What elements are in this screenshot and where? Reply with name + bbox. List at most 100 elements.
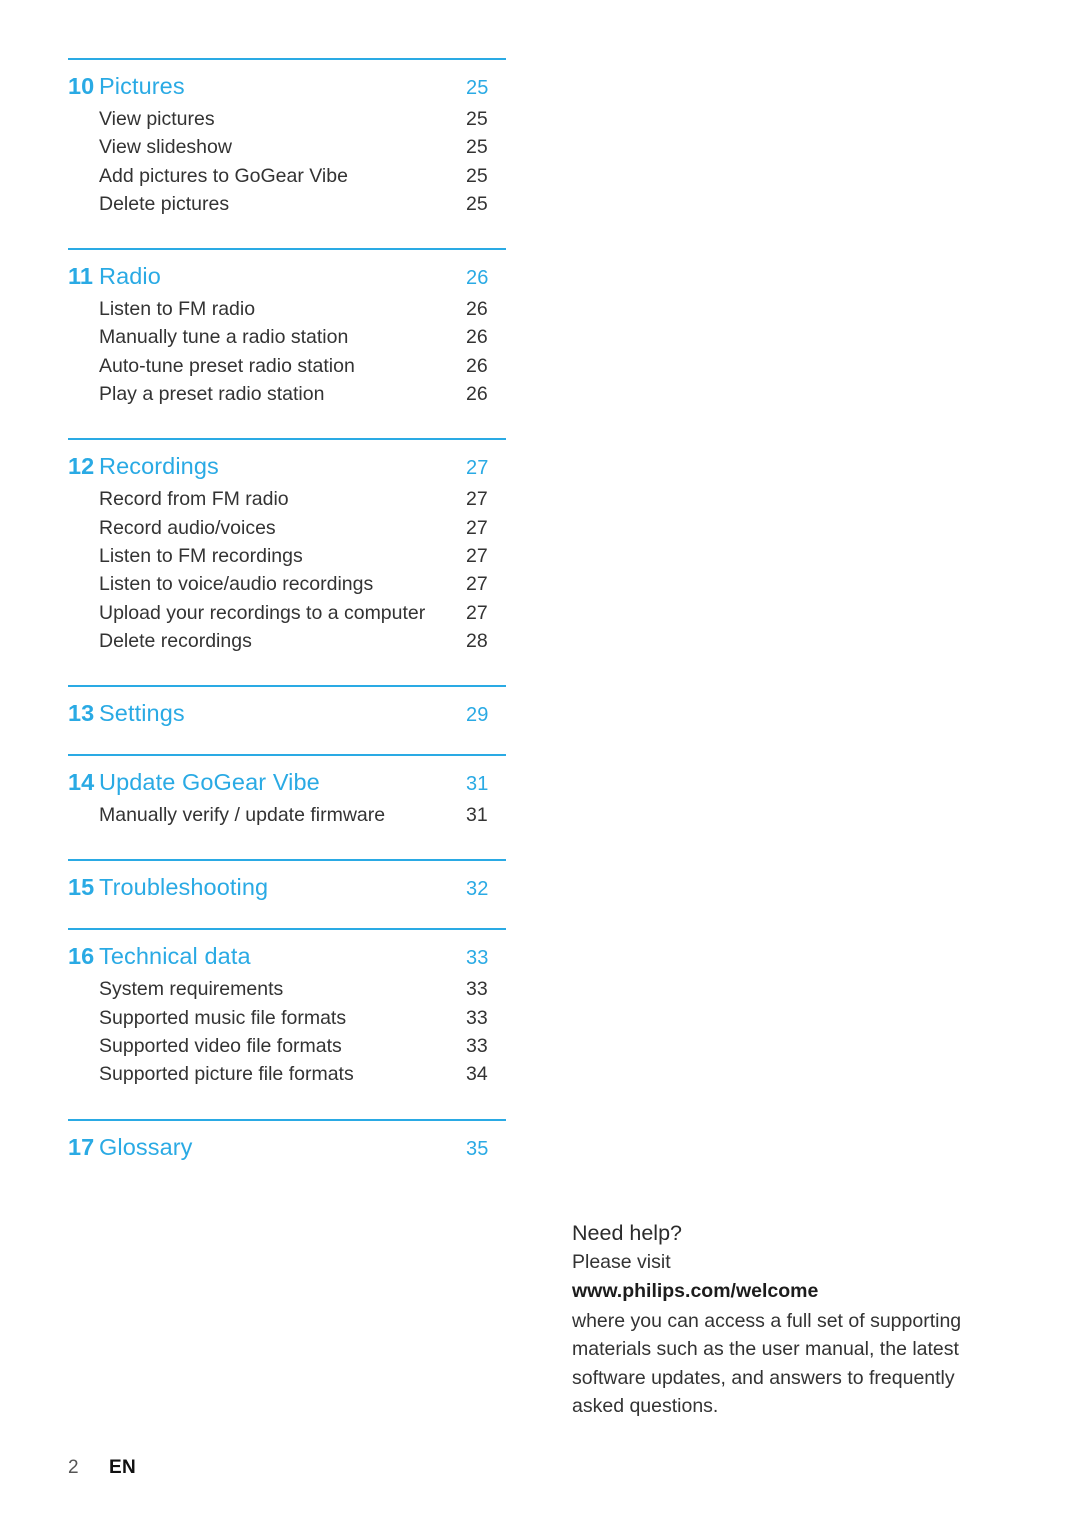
toc-entry-page: 33 <box>466 1035 488 1058</box>
toc-section-header[interactable]: 14 Update GoGear Vibe 31 <box>68 765 508 801</box>
section-divider <box>68 248 506 251</box>
toc-entry[interactable]: Play a preset radio station 26 <box>68 380 508 408</box>
toc-entry[interactable]: Delete pictures 25 <box>68 190 508 218</box>
section-title: Troubleshooting <box>99 874 269 901</box>
toc-entry[interactable]: Listen to FM recordings 27 <box>68 542 508 570</box>
toc-section-settings: 13 Settings 29 <box>68 685 508 732</box>
section-divider <box>68 928 506 931</box>
toc-section-glossary: 17 Glossary 35 <box>68 1118 508 1166</box>
toc-entry[interactable]: Manually verify / update firmware 31 <box>68 801 508 829</box>
section-number: 15 <box>68 874 95 901</box>
section-number: 16 <box>68 943 95 970</box>
section-number: 11 <box>68 263 94 290</box>
section-page-number: 29 <box>466 704 489 727</box>
toc-entry-title: Supported video file formats <box>99 1035 342 1058</box>
toc-entry-title: System requirements <box>99 978 284 1001</box>
section-page-number: 27 <box>466 457 489 480</box>
section-number: 13 <box>68 700 95 727</box>
toc-entry-title: View pictures <box>99 108 215 130</box>
section-title: Recordings <box>99 453 219 480</box>
toc-entry-page: 26 <box>466 354 488 377</box>
toc-entry[interactable]: Manually tune a radio station 26 <box>68 323 508 351</box>
toc-section-header[interactable]: 13 Settings 29 <box>68 696 508 732</box>
section-title: Update GoGear Vibe <box>99 769 320 796</box>
toc-entry[interactable]: View slideshow 25 <box>68 133 508 161</box>
toc-entry-title: View slideshow <box>99 136 232 159</box>
toc-entry-page: 33 <box>466 978 488 1001</box>
toc-entry[interactable]: Record audio/voices 27 <box>68 514 508 542</box>
section-page-number: 31 <box>466 773 489 796</box>
toc-entry-title: Delete pictures <box>99 192 230 215</box>
toc-entry-title: Listen to voice/audio recordings <box>99 573 374 596</box>
toc-entry[interactable]: Supported video file formats 33 <box>68 1032 508 1060</box>
toc-section-radio: 11 Radio 26 Listen to FM radio 26 Manual… <box>68 248 508 408</box>
toc-entry-page: 25 <box>466 192 488 215</box>
toc-section-header[interactable]: 10 Pictures 25 <box>68 69 508 105</box>
toc-entry-title: Delete recordings <box>99 629 252 652</box>
section-title: Pictures <box>99 73 185 99</box>
section-divider <box>68 1118 506 1121</box>
philips-welcome-url[interactable]: www.philips.com/welcome <box>572 1277 1002 1306</box>
toc-entry-title: Supported picture file formats <box>99 1063 354 1086</box>
need-help-block: Need help? Please visit www.philips.com/… <box>572 1219 1002 1421</box>
section-divider <box>68 685 506 688</box>
section-page-number: 26 <box>466 267 489 290</box>
toc-entry-page: 27 <box>466 573 488 596</box>
please-visit-label: Please visit <box>572 1251 671 1273</box>
table-of-contents: 10 Pictures 25 View pictures 25 View sli… <box>68 58 508 1178</box>
toc-entry-page: 27 <box>466 544 488 567</box>
need-help-title: Need help? <box>572 1221 682 1245</box>
toc-section-header[interactable]: 15 Troubleshooting 32 <box>68 870 508 906</box>
toc-entry-page: 25 <box>466 108 488 130</box>
toc-entry[interactable]: Auto-tune preset radio station 26 <box>68 352 508 380</box>
toc-entry-page: 28 <box>466 629 488 652</box>
toc-section-header[interactable]: 16 Technical data 33 <box>68 939 508 975</box>
toc-entry[interactable]: Supported picture file formats 34 <box>68 1060 508 1088</box>
toc-section-header[interactable]: 11 Radio 26 <box>68 259 508 295</box>
toc-entry-title: Auto-tune preset radio station <box>99 354 355 377</box>
toc-entry-page: 27 <box>466 516 488 539</box>
section-number: 17 <box>68 1133 95 1160</box>
toc-entry-title: Listen to FM recordings <box>99 544 303 567</box>
toc-entry-title: Manually verify / update firmware <box>99 804 386 827</box>
toc-entry[interactable]: System requirements 33 <box>68 975 508 1003</box>
section-page-number: 33 <box>466 947 489 970</box>
section-number: 14 <box>68 769 95 796</box>
toc-entry-page: 34 <box>466 1063 488 1086</box>
toc-section-update-gogear-vibe: 14 Update GoGear Vibe 31 Manually verify… <box>68 754 508 829</box>
toc-entry-page: 27 <box>466 601 488 624</box>
section-divider <box>68 754 506 757</box>
toc-section-header[interactable]: 12 Recordings 27 <box>68 449 508 485</box>
toc-entry-page: 31 <box>466 804 488 827</box>
toc-entry-page: 26 <box>466 298 488 321</box>
toc-entry[interactable]: Record from FM radio 27 <box>68 485 508 513</box>
toc-section-pictures: 10 Pictures 25 View pictures 25 View sli… <box>68 58 508 218</box>
section-divider <box>68 438 506 441</box>
toc-section-recordings: 12 Recordings 27 Record from FM radio 27… <box>68 438 508 655</box>
toc-entry[interactable]: Add pictures to GoGear Vibe 25 <box>68 162 508 190</box>
section-divider <box>68 859 506 862</box>
toc-entry-title: Upload your recordings to a computer <box>99 601 426 624</box>
toc-entry-title: Listen to FM radio <box>99 298 256 321</box>
footer-page-number: 2 <box>68 1457 79 1478</box>
toc-entry[interactable]: Delete recordings 28 <box>68 627 508 655</box>
toc-entry-title: Record audio/voices <box>99 516 276 539</box>
toc-entry-title: Manually tune a radio station <box>99 326 349 349</box>
section-title: Radio <box>99 263 161 290</box>
section-title: Settings <box>99 700 185 727</box>
toc-entry[interactable]: View pictures 25 <box>68 105 508 133</box>
section-title: Technical data <box>99 943 251 970</box>
toc-entry[interactable]: Supported music file formats 33 <box>68 1004 508 1032</box>
toc-entry-title: Record from FM radio <box>99 488 289 511</box>
toc-entry[interactable]: Listen to FM radio 26 <box>68 295 508 323</box>
toc-entry[interactable]: Listen to voice/audio recordings 27 <box>68 570 508 598</box>
page-footer: 2 EN <box>68 1457 136 1479</box>
toc-entry-page: 26 <box>466 383 488 406</box>
toc-entry-page: 26 <box>466 326 488 349</box>
toc-section-troubleshooting: 15 Troubleshooting 32 <box>68 859 508 906</box>
section-title: Glossary <box>99 1133 193 1160</box>
toc-entry-page: 25 <box>466 164 488 187</box>
toc-entry-title: Add pictures to GoGear Vibe <box>99 164 348 187</box>
toc-section-header[interactable]: 17 Glossary 35 <box>68 1130 508 1166</box>
toc-entry[interactable]: Upload your recordings to a computer 27 <box>68 599 508 627</box>
